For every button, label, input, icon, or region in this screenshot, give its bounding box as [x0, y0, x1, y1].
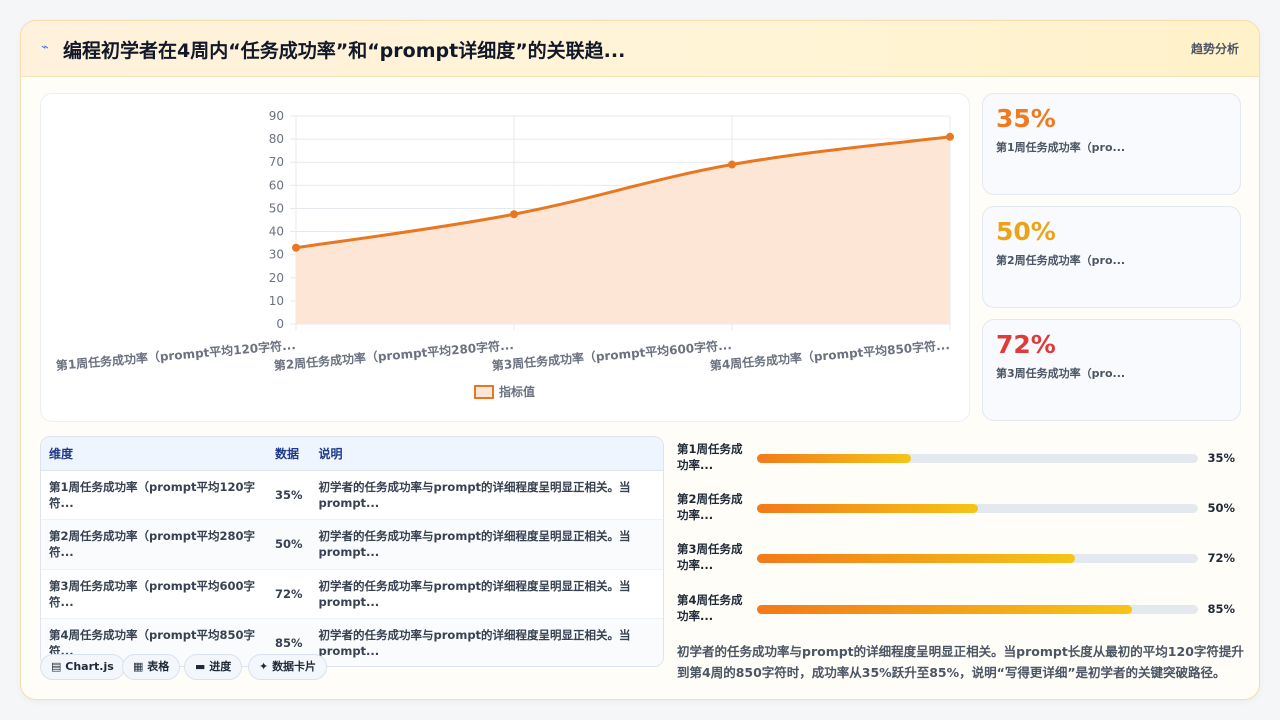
trend-analysis-label: 趋势分析 — [1190, 42, 1239, 56]
progress-row-4: 第4周任务成功率... 85% — [677, 592, 1245, 628]
x-tick-label: 第1周任务成功率（prompt平均120字符... — [55, 337, 296, 373]
y-tick-label: 20 — [269, 271, 284, 285]
cell-description: 初学者的任务成功率与prompt的详细程度呈明显正相关。当prompt... — [310, 519, 663, 570]
y-tick-label: 90 — [269, 109, 284, 123]
kpi-card-3: 72% 第3周任务成功率（pro... — [982, 319, 1241, 421]
kpi-label: 第3周任务成功率（pro... — [996, 367, 1126, 380]
card-icon: ✦ — [259, 660, 269, 673]
y-tick-label: 60 — [269, 178, 284, 192]
kpi-value: 35% — [996, 104, 1056, 133]
y-tick-label: 80 — [269, 132, 284, 146]
x-tick-label: 第3周任务成功率（prompt平均600字符... — [491, 337, 732, 373]
series-area — [296, 136, 950, 324]
progress-label: 第1周任务成功率... — [677, 442, 743, 472]
cell-dimension: 第3周任务成功率（prompt平均600字符... — [41, 569, 267, 619]
progress-row-3: 第3周任务成功率... 72% — [677, 541, 1245, 577]
x-tick-label: 第4周任务成功率（prompt平均850字符... — [709, 337, 950, 373]
chart-icon: ▤ — [51, 660, 62, 673]
progress-value: 50% — [1207, 501, 1235, 515]
trend-icon: ⌁ — [41, 40, 49, 55]
progress-label: 第2周任务成功率... — [677, 492, 743, 522]
tag-table[interactable]: ▦ 表格 — [122, 654, 181, 680]
kpi-value: 72% — [996, 330, 1056, 359]
line-chart-card: 0 10 20 30 40 50 60 70 80 90 第1周任务成功率（prompt平均120字… — [40, 93, 970, 422]
data-point — [728, 160, 736, 169]
legend-swatch — [474, 385, 494, 399]
header-bar: ⌁ 编程初学者在4周内“任务成功率”和“prompt详细度”的关联趋... 趋势… — [21, 21, 1259, 77]
cell-data: 35% — [267, 470, 311, 520]
progress-track — [757, 504, 1198, 513]
progress-fill — [757, 554, 1075, 563]
cell-description: 初学者的任务成功率与prompt的详细程度呈明显正相关。当prompt... — [310, 618, 663, 666]
progress-row-2: 第2周任务成功率... 50% — [677, 491, 1245, 527]
data-point — [510, 210, 518, 219]
column-header-data[interactable]: 数据 — [267, 437, 311, 471]
cell-description: 初学者的任务成功率与prompt的详细程度呈明显正相关。当prompt... — [310, 569, 663, 619]
cell-data: 50% — [267, 519, 311, 570]
cell-description: 初学者的任务成功率与prompt的详细程度呈明显正相关。当prompt... — [310, 470, 663, 520]
progress-row-1: 第1周任务成功率... 35% — [677, 441, 1245, 477]
column-header-dimension[interactable]: 维度 — [41, 437, 267, 471]
tag-label: 进度 — [209, 660, 232, 673]
line-chart: 0 10 20 30 40 50 60 70 80 90 第1周任务成功率（prompt平均120字… — [55, 109, 954, 399]
progress-track — [757, 454, 1198, 463]
table-header-row: 维度 数据 说明 — [41, 437, 663, 471]
kpi-card-1: 35% 第1周任务成功率（pro... — [982, 93, 1241, 195]
progress-label: 第4周任务成功率... — [677, 593, 743, 623]
progress-value: 85% — [1207, 602, 1235, 616]
progress-icon: ▬ — [195, 660, 206, 673]
progress-track — [757, 554, 1198, 563]
cell-dimension: 第2周任务成功率（prompt平均280字符... — [41, 519, 267, 570]
column-header-description[interactable]: 说明 — [310, 437, 663, 471]
data-table: 维度 数据 说明 第1周任务成功率（prompt平均120字符... 35% 初… — [41, 437, 663, 666]
cell-dimension: 第1周任务成功率（prompt平均120字符... — [41, 470, 267, 520]
tag-label: 数据卡片 — [272, 660, 317, 673]
tag-data-card[interactable]: ✦ 数据卡片 — [248, 654, 328, 680]
kpi-label: 第2周任务成功率（pro... — [996, 254, 1126, 267]
progress-label: 第3周任务成功率... — [677, 542, 743, 572]
progress-value: 72% — [1207, 551, 1235, 565]
data-point — [292, 243, 300, 252]
table-row[interactable]: 第1周任务成功率（prompt平均120字符... 35% 初学者的任务成功率与… — [41, 470, 663, 520]
tag-progress[interactable]: ▬ 进度 — [184, 654, 243, 680]
tag-chartjs[interactable]: ▤ Chart.js — [40, 654, 125, 680]
kpi-card-2: 50% 第2周任务成功率（pro... — [982, 206, 1241, 308]
summary-text: 初学者的任务成功率与prompt的详细程度呈明显正相关。当prompt长度从最初… — [677, 644, 1244, 680]
progress-fill — [757, 605, 1132, 614]
data-point — [946, 132, 954, 141]
dashboard-frame: ⌁ 编程初学者在4周内“任务成功率”和“prompt详细度”的关联趋... 趋势… — [20, 20, 1260, 700]
data-table-card: 维度 数据 说明 第1周任务成功率（prompt平均120字符... 35% 初… — [40, 436, 664, 667]
legend-label: 指标值 — [499, 384, 535, 399]
cell-data: 72% — [267, 569, 311, 619]
y-tick-label: 30 — [269, 248, 284, 262]
table-icon: ▦ — [133, 660, 144, 673]
y-tick-label: 50 — [269, 201, 284, 215]
table-row[interactable]: 第2周任务成功率（prompt平均280字符... 50% 初学者的任务成功率与… — [41, 519, 663, 570]
tag-label: 表格 — [147, 660, 170, 673]
table-row[interactable]: 第3周任务成功率（prompt平均600字符... 72% 初学者的任务成功率与… — [41, 569, 663, 619]
page-title: 编程初学者在4周内“任务成功率”和“prompt详细度”的关联趋... — [63, 40, 626, 62]
y-tick-label: 40 — [269, 225, 284, 239]
kpi-value: 50% — [996, 217, 1056, 246]
y-tick-label: 10 — [269, 294, 284, 308]
tag-label: Chart.js — [65, 660, 114, 673]
progress-fill — [757, 504, 978, 513]
progress-value: 35% — [1207, 451, 1235, 465]
y-tick-label: 0 — [276, 317, 284, 331]
kpi-label: 第1周任务成功率（pro... — [996, 141, 1126, 154]
x-tick-label: 第2周任务成功率（prompt平均280字符... — [273, 337, 514, 373]
progress-fill — [757, 454, 912, 463]
progress-track — [757, 605, 1198, 614]
y-tick-label: 70 — [269, 155, 284, 169]
